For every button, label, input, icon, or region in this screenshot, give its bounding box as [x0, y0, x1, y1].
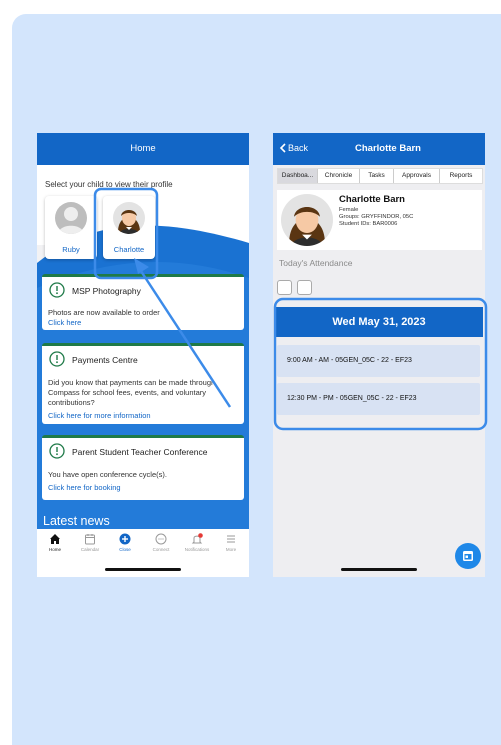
- tab-reports[interactable]: Reports: [440, 169, 482, 183]
- exclamation-circle-icon: [49, 351, 65, 367]
- card-title: Payments Centre: [72, 355, 138, 365]
- girl-avatar-icon: [281, 194, 333, 246]
- plus-circle-icon: [119, 533, 131, 545]
- student-groups: Groups: GRYFFINDOR, 05C: [339, 214, 414, 220]
- attendance-heading: Today's Attendance: [279, 258, 353, 268]
- student-gender: Female: [339, 207, 359, 213]
- page-title: Charlotte Barn: [355, 143, 421, 154]
- bell-icon: [191, 533, 203, 544]
- tab-dashboard[interactable]: Dashboa...: [278, 169, 318, 183]
- home-screen: Home Select your child to view their pro…: [37, 133, 249, 577]
- card-link[interactable]: Click here for more information: [48, 411, 151, 420]
- tab-label: Connect: [152, 547, 170, 552]
- attendance-checkbox[interactable]: [297, 280, 312, 295]
- card-text: Did you know that payments can be made t…: [48, 378, 216, 407]
- tab-approvals[interactable]: Approvals: [394, 169, 440, 183]
- home-header: Home: [37, 133, 249, 165]
- student-profile-card: Charlotte Barn Female Groups: GRYFFINDOR…: [277, 190, 482, 250]
- home-indicator: [105, 568, 181, 571]
- child-card-charlotte[interactable]: Charlotte: [103, 196, 155, 259]
- student-profile-screen: Back Charlotte Barn Dashboa... Chronicle…: [273, 133, 485, 577]
- tab-label: Calendar: [80, 547, 100, 552]
- student-name: Charlotte Barn: [339, 194, 405, 205]
- child-card-ruby[interactable]: Ruby: [45, 196, 97, 259]
- tab-label: Close: [119, 547, 131, 552]
- latest-news-heading: Latest news: [43, 514, 110, 528]
- exclamation-circle-icon: [49, 282, 65, 298]
- tab-calendar[interactable]: Calendar: [72, 533, 108, 552]
- tab-label: Home: [48, 547, 61, 552]
- tab-tasks[interactable]: Tasks: [360, 169, 394, 183]
- home-icon: [50, 534, 60, 544]
- card-link[interactable]: Click here: [48, 318, 81, 327]
- menu-icon: [227, 535, 235, 543]
- tab-more[interactable]: More: [213, 533, 249, 552]
- student-ids: Student IDs: BAR0006: [339, 221, 398, 227]
- notice-card-payments[interactable]: Payments Centre Did you know that paymen…: [42, 343, 244, 424]
- card-title: MSP Photography: [72, 286, 141, 296]
- card-text: Photos are now available to order: [48, 308, 160, 317]
- attendance-checkbox[interactable]: [277, 280, 292, 295]
- tab-chronicle[interactable]: Chronicle: [318, 169, 360, 183]
- card-title: Parent Student Teacher Conference: [72, 447, 208, 457]
- select-child-prompt: Select your child to view their profile: [45, 180, 173, 189]
- tab-label: More: [225, 547, 237, 552]
- home-indicator: [341, 568, 417, 571]
- tab-home[interactable]: Home: [37, 533, 73, 552]
- profile-tabs: Dashboa... Chronicle Tasks Approvals Rep…: [277, 168, 483, 184]
- tab-connect[interactable]: Connect: [143, 533, 179, 552]
- card-link[interactable]: Click here for booking: [48, 483, 121, 492]
- attendance-slot[interactable]: 9:00 AM - AM - 05GEN_05C - 22 - EF23: [277, 345, 480, 377]
- calendar-icon: [85, 534, 95, 545]
- generic-person-icon: [55, 202, 87, 234]
- child-name: Charlotte: [113, 245, 145, 254]
- calendar-fab-button[interactable]: [455, 543, 481, 569]
- child-name: Ruby: [62, 245, 80, 254]
- exclamation-circle-icon: [49, 443, 65, 459]
- tab-notifications[interactable]: Notifications: [179, 533, 215, 552]
- tab-label: Notifications: [184, 547, 210, 552]
- attendance-slot[interactable]: 12:30 PM - PM - 05GEN_05C - 22 - EF23: [277, 383, 480, 415]
- girl-avatar-icon: [113, 202, 145, 234]
- card-text: You have open conference cycle(s).: [48, 470, 167, 479]
- tab-close[interactable]: Close: [107, 533, 143, 552]
- notice-card-photography[interactable]: MSP Photography Photos are now available…: [42, 274, 244, 330]
- notice-card-conference[interactable]: Parent Student Teacher Conference You ha…: [42, 435, 244, 500]
- calendar-icon: [463, 551, 473, 561]
- profile-header: Back Charlotte Barn: [273, 133, 485, 165]
- chat-bubble-icon: [155, 533, 167, 545]
- attendance-date: Wed May 31, 2023: [275, 307, 483, 337]
